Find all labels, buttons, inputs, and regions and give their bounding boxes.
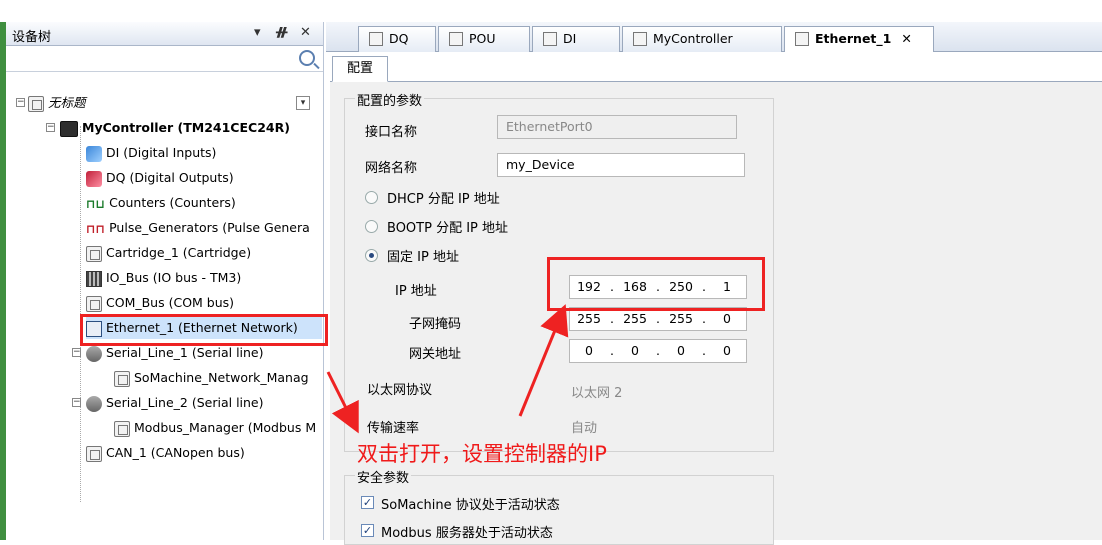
annotation-text: 双击打开，设置控制器的IP <box>357 442 607 466</box>
arrow-to-ip <box>518 304 569 417</box>
arrow-to-tree <box>326 371 359 434</box>
